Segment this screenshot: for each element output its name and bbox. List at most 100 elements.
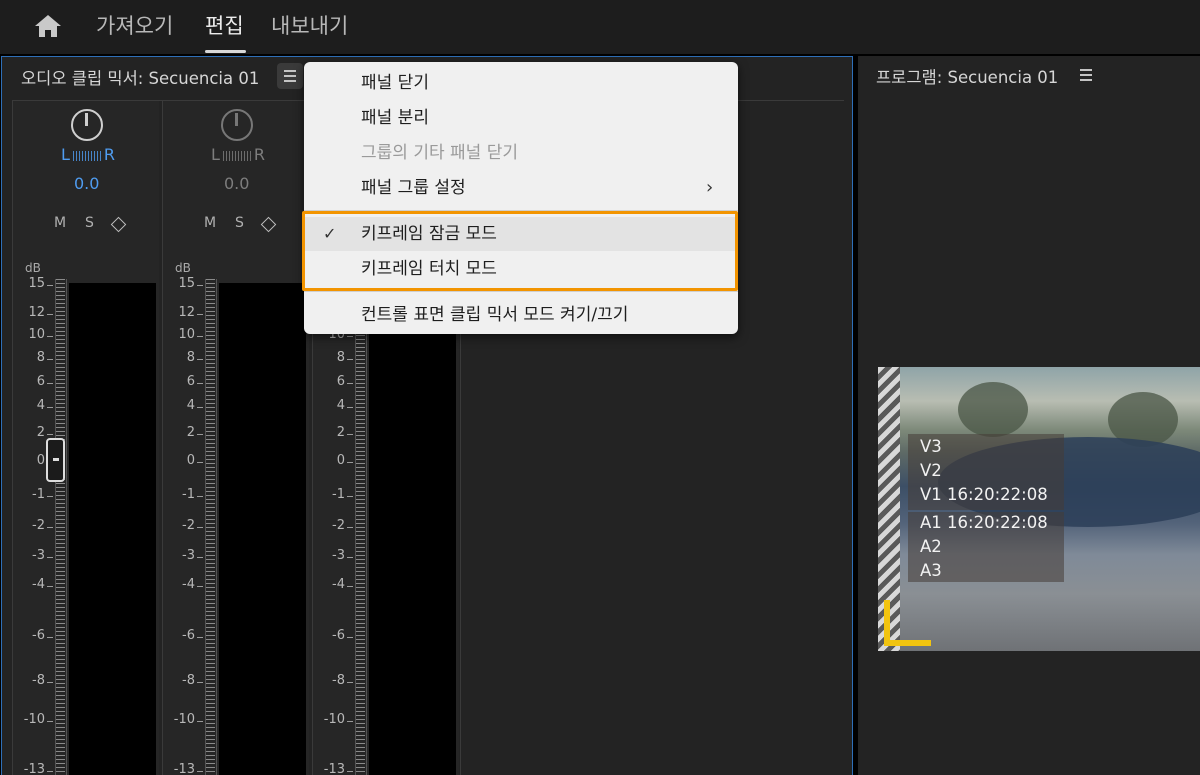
fader-scale-ticks	[356, 279, 365, 775]
menu-close-other-panels: 그룹의 기타 패널 닫기	[304, 136, 738, 170]
menu-separator	[304, 291, 738, 292]
keyframe-mode-highlight-box	[302, 211, 738, 291]
db-tick: 4	[315, 398, 353, 413]
tab-edit[interactable]: 편집	[205, 11, 244, 41]
menu-item-label: 패널 닫기	[361, 73, 429, 93]
overlay-v3: V3	[920, 437, 942, 456]
level-meter	[369, 283, 456, 775]
db-tick: 8	[315, 350, 353, 365]
db-tick: -8	[15, 673, 53, 688]
db-tick: 8	[15, 350, 53, 365]
tab-export[interactable]: 내보내기	[271, 11, 348, 41]
db-tick: -6	[315, 628, 353, 643]
db-tick: 10	[15, 327, 53, 342]
overlay-a1-timecode: A1 16:20:22:08	[920, 513, 1048, 532]
db-tick: 2	[315, 425, 353, 440]
menu-item-label: 컨트롤 표면 클립 믹서 모드 켜기/끄기	[361, 305, 629, 325]
db-tick: -3	[165, 548, 203, 563]
overlay-a2: A2	[920, 537, 942, 556]
menu-undock-panel[interactable]: 패널 분리	[304, 101, 738, 135]
menu-item-label: 패널 그룹 설정	[361, 178, 466, 198]
volume-fader-handle[interactable]	[46, 438, 65, 482]
solo-button[interactable]: S	[85, 215, 94, 231]
db-tick: -3	[315, 548, 353, 563]
db-tick: -2	[165, 518, 203, 533]
db-tick: 10	[165, 327, 203, 342]
db-tick: -3	[15, 548, 53, 563]
menu-panel-group-settings[interactable]: 패널 그룹 설정 ›	[304, 171, 738, 205]
corner-marker-icon	[884, 640, 931, 646]
db-label: dB	[25, 261, 41, 275]
db-tick: -10	[315, 712, 353, 727]
pan-value[interactable]: 0.0	[224, 174, 249, 193]
db-tick: -4	[15, 577, 53, 592]
program-panel-title[interactable]: 프로그램: Secuencia 01	[876, 64, 1058, 88]
workspace-bar: 가져오기 편집 내보내기	[0, 0, 1200, 54]
db-tick: -13	[165, 762, 203, 775]
overlay-v1-timecode: V1 16:20:22:08	[920, 485, 1048, 504]
channel-strip-2: LR 0.0 M S dB 15 12 10 8 6 4 2 0 -1 -2 -…	[162, 101, 309, 775]
menu-item-label: 패널 분리	[361, 108, 429, 128]
db-tick: 15	[165, 276, 203, 291]
db-tick: 0	[315, 453, 353, 468]
db-tick: -10	[15, 712, 53, 727]
submenu-chevron-icon: ›	[706, 177, 714, 198]
fader-scale-ticks	[56, 279, 65, 775]
db-tick: -1	[15, 487, 53, 502]
menu-item-label: 그룹의 기타 패널 닫기	[361, 143, 518, 163]
db-tick: -6	[15, 628, 53, 643]
menu-close-panel[interactable]: 패널 닫기	[304, 66, 738, 100]
db-tick: 12	[165, 305, 203, 320]
pan-knob-icon[interactable]	[221, 109, 253, 141]
tab-import[interactable]: 가져오기	[96, 11, 173, 41]
db-tick: -4	[315, 577, 353, 592]
fader-scale-ticks	[206, 279, 215, 775]
channel-strip-1: LR 0.0 M S dB 15 12 10 8 6 4 2 0 -1 -2 -…	[12, 101, 159, 775]
db-tick: 2	[165, 425, 203, 440]
pan-balance-label: LR	[211, 145, 266, 164]
db-tick: -6	[165, 628, 203, 643]
solo-button[interactable]: S	[235, 215, 244, 231]
db-tick: -4	[165, 577, 203, 592]
db-tick: 2	[15, 425, 53, 440]
pan-value[interactable]: 0.0	[74, 174, 99, 193]
db-tick: -2	[15, 518, 53, 533]
keyframe-diamond-icon[interactable]	[260, 216, 277, 233]
db-tick: 0	[165, 453, 203, 468]
pan-knob-icon[interactable]	[71, 109, 103, 141]
db-tick: -13	[315, 762, 353, 775]
db-label: dB	[175, 261, 191, 275]
overlay-v2: V2	[920, 461, 942, 480]
db-tick: 4	[165, 398, 203, 413]
pan-balance-label: LR	[61, 145, 116, 164]
db-tick: -13	[15, 762, 53, 775]
background-tree	[958, 382, 1028, 437]
db-tick: -8	[165, 673, 203, 688]
db-tick: -2	[315, 518, 353, 533]
level-meter	[219, 283, 306, 775]
db-tick: -1	[165, 487, 203, 502]
db-tick: 15	[15, 276, 53, 291]
db-tick: 8	[165, 350, 203, 365]
program-panel-menu-icon[interactable]	[1073, 62, 1099, 88]
db-tick: 6	[315, 374, 353, 389]
mixer-panel-title[interactable]: 오디오 클립 믹서: Secuencia 01	[21, 65, 259, 89]
active-tab-indicator	[205, 50, 246, 53]
level-meter	[69, 283, 156, 775]
db-tick: -8	[315, 673, 353, 688]
panel-context-menu: 패널 닫기 패널 분리 그룹의 기타 패널 닫기 패널 그룹 설정 › ✓ 키프…	[304, 62, 738, 334]
menu-control-surface-toggle[interactable]: 컨트롤 표면 클립 믹서 모드 켜기/끄기	[304, 298, 738, 332]
mute-button[interactable]: M	[54, 215, 66, 231]
mute-button[interactable]: M	[204, 215, 216, 231]
db-tick: 6	[165, 374, 203, 389]
db-tick: 0	[15, 453, 53, 468]
db-tick: 4	[15, 398, 53, 413]
home-icon[interactable]	[32, 12, 64, 40]
db-tick: 12	[15, 305, 53, 320]
db-tick: -1	[315, 487, 353, 502]
keyframe-diamond-icon[interactable]	[110, 216, 127, 233]
db-tick: -10	[165, 712, 203, 727]
mixer-panel-menu-icon[interactable]	[277, 63, 303, 89]
db-tick: 6	[15, 374, 53, 389]
overlay-a3: A3	[920, 561, 942, 580]
